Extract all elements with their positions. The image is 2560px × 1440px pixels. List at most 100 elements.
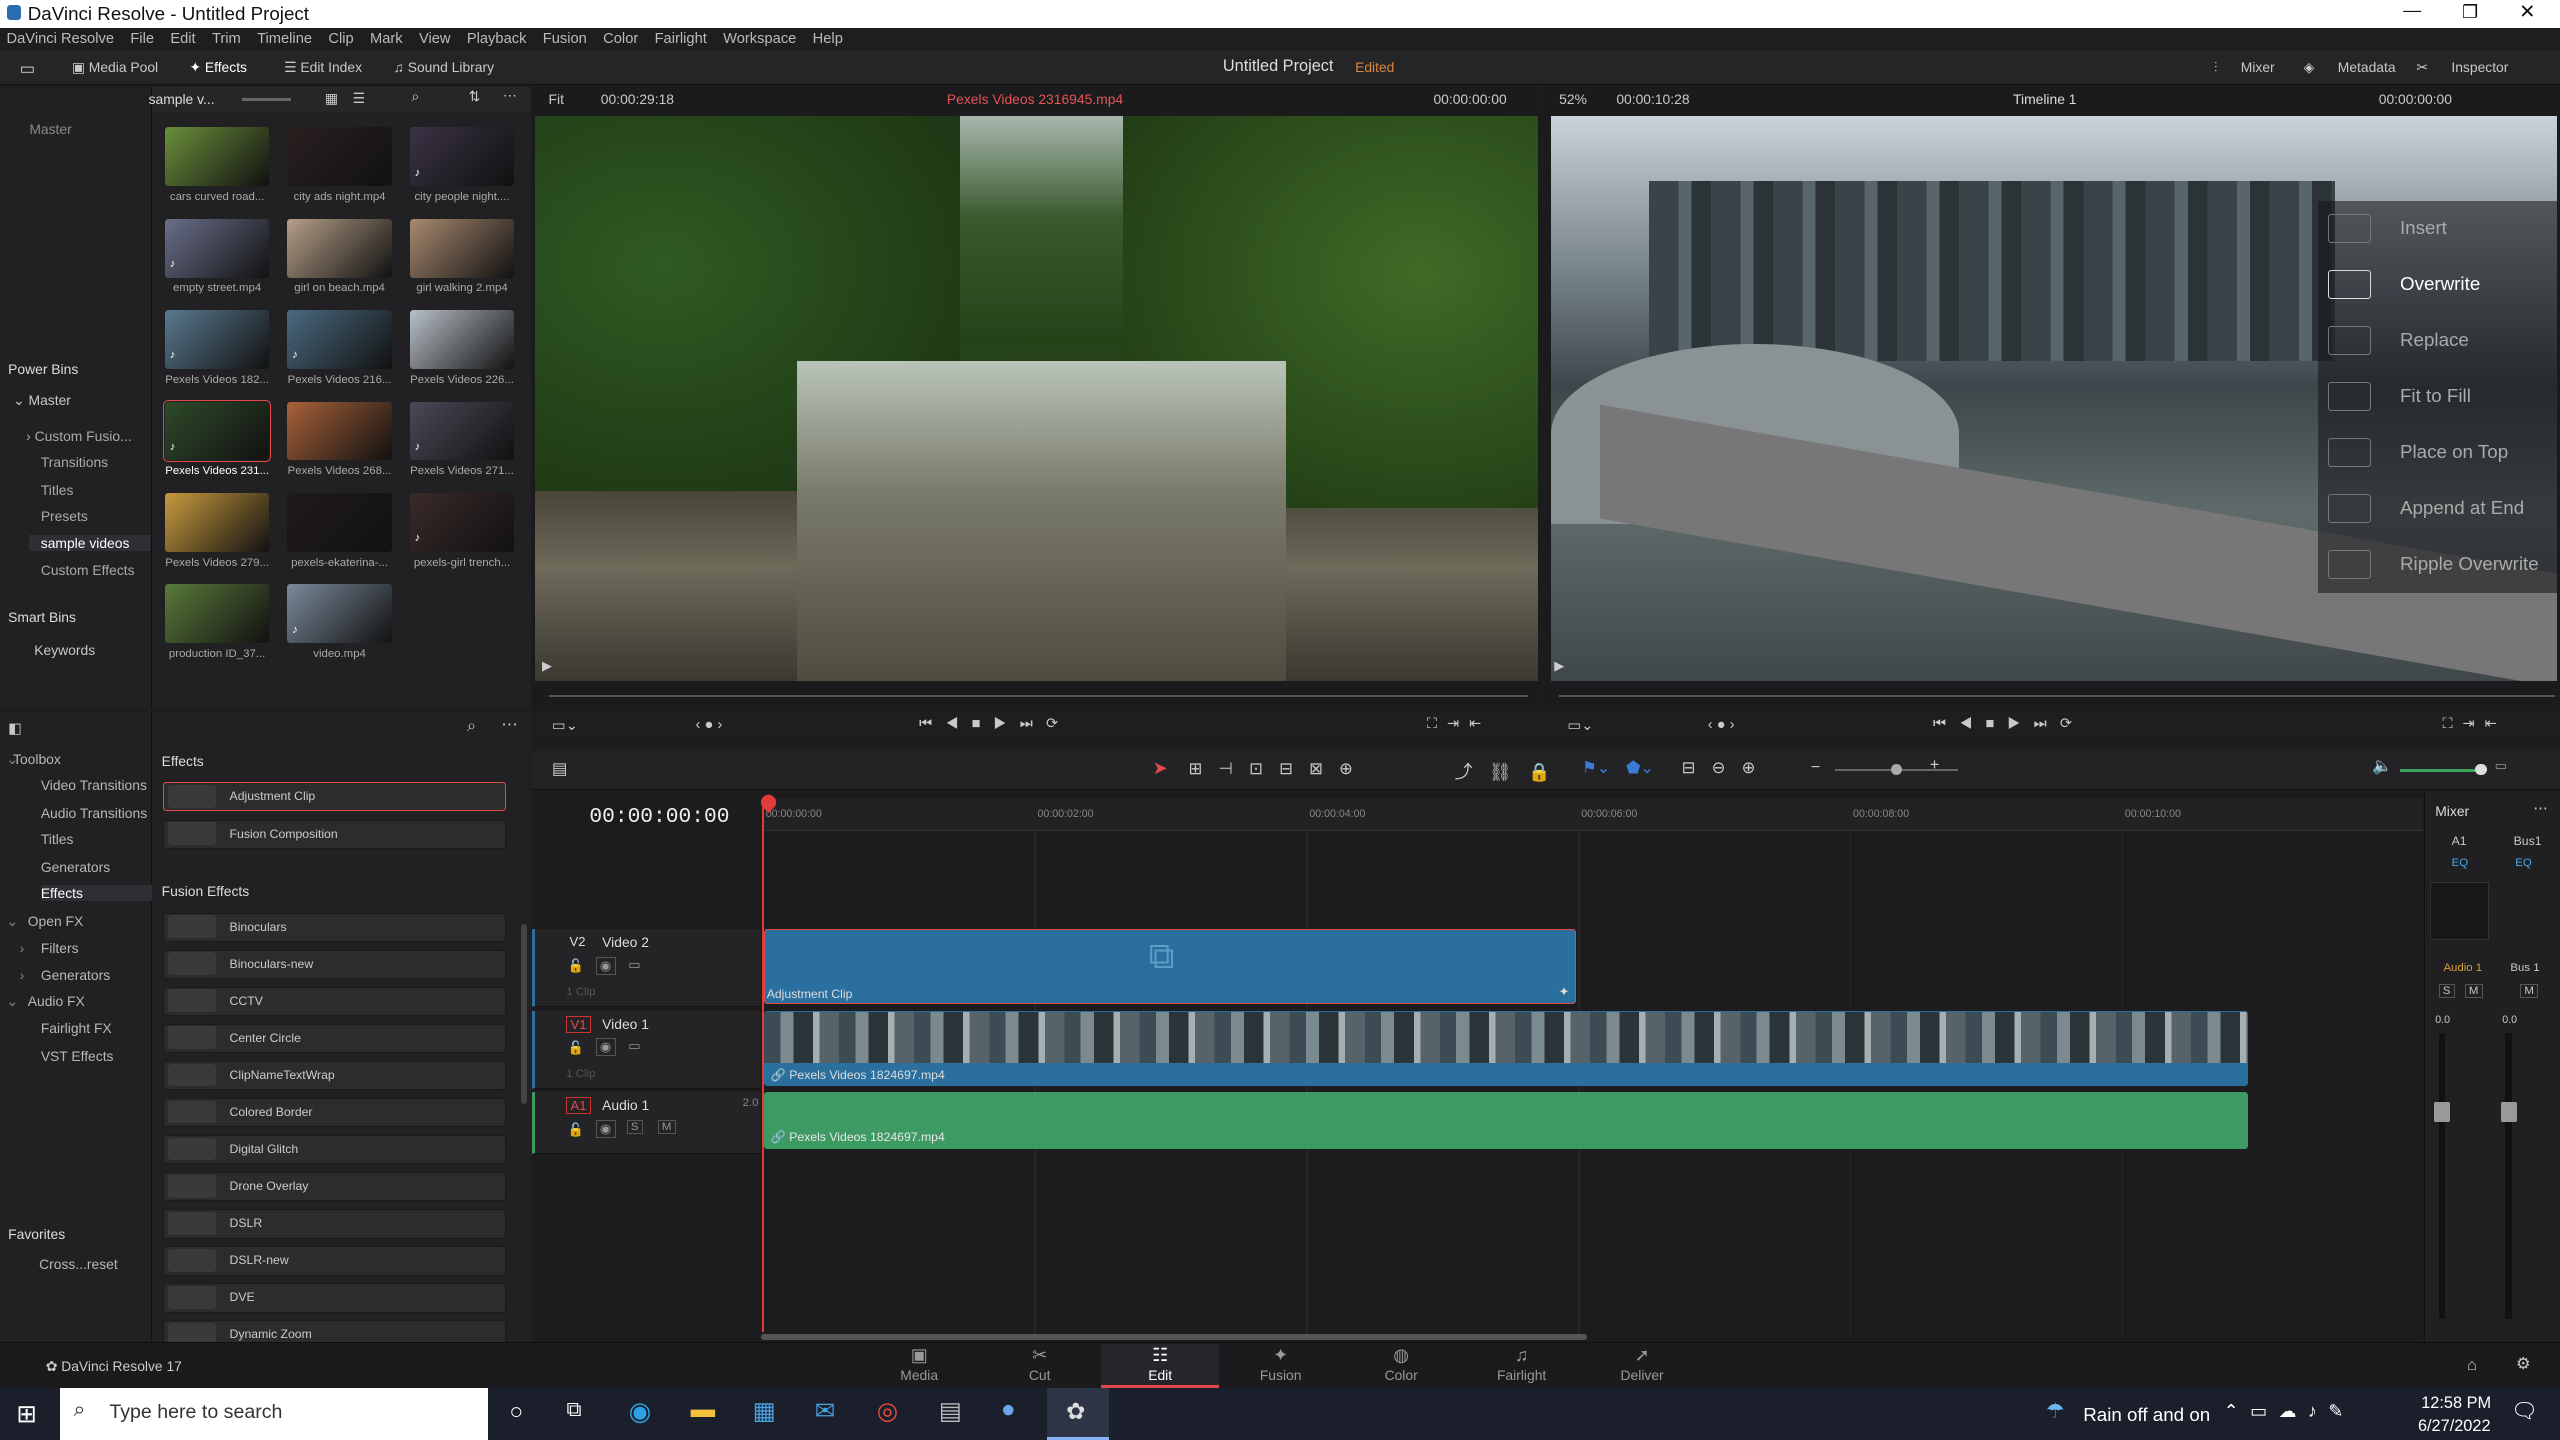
- fusion-effect-item[interactable]: DSLR: [163, 1209, 507, 1239]
- mail-icon[interactable]: ✉: [815, 1396, 836, 1426]
- clip-thumbnail[interactable]: ♪: [287, 584, 392, 644]
- page-tab-cut[interactable]: ✂ Cut: [981, 1344, 1099, 1388]
- fader-a1[interactable]: [2433, 1102, 2450, 1122]
- fusion-effects-section-header[interactable]: Fusion Effects: [162, 883, 250, 899]
- resolve-taskbar-button[interactable]: ✿: [1046, 1387, 1109, 1440]
- timeline-scrollbar[interactable]: [760, 1333, 1587, 1341]
- clip-name[interactable]: girl walking 2.mp4: [400, 282, 524, 294]
- menu-item-13[interactable]: Help: [813, 31, 843, 47]
- audio-clip[interactable]: 🔗 Pexels Videos 1824697.mp4: [764, 1092, 2249, 1150]
- pan-control[interactable]: [2430, 881, 2490, 941]
- toolbox-item[interactable]: Video Transitions: [41, 777, 147, 793]
- clip-name[interactable]: girl on beach.mp4: [278, 282, 402, 294]
- clip-thumbnail[interactable]: ♪: [164, 218, 270, 278]
- menu-item-0[interactable]: DaVinci Resolve: [7, 31, 115, 47]
- menu-item-2[interactable]: Edit: [170, 31, 195, 47]
- effect-item[interactable]: Fusion Composition: [163, 819, 507, 849]
- chevron-icon[interactable]: ⌄: [7, 913, 19, 930]
- fusion-effect-item[interactable]: Binoculars-new: [163, 949, 507, 980]
- clip-name[interactable]: city people night....: [400, 191, 524, 203]
- fusion-effect-item[interactable]: DSLR-new: [163, 1246, 507, 1276]
- clip-thumbnail[interactable]: [287, 127, 392, 187]
- clip-thumbnail[interactable]: ♪: [162, 398, 272, 463]
- clip-name[interactable]: empty street.mp4: [155, 282, 279, 294]
- auto-select-icon[interactable]: ◉: [595, 1119, 616, 1138]
- effect-item[interactable]: Adjustment Clip: [163, 782, 507, 812]
- fusion-effect-item[interactable]: Center Circle: [163, 1023, 507, 1054]
- source-clip-name[interactable]: Pexels Videos 2316945.mp4: [947, 91, 1123, 107]
- clip-name[interactable]: Pexels Videos 231...: [155, 465, 279, 477]
- clip-name[interactable]: Pexels Videos 268...: [278, 465, 402, 477]
- clip-thumbnail[interactable]: [164, 584, 270, 644]
- bin-item[interactable]: Transitions: [41, 454, 108, 470]
- toolbox-item[interactable]: Audio Transitions: [41, 805, 147, 821]
- clip-thumbnail[interactable]: ♪: [409, 493, 515, 552]
- clip-thumbnail[interactable]: [164, 493, 270, 552]
- clip-name[interactable]: Pexels Videos 279...: [155, 557, 279, 569]
- taskbar-search[interactable]: ⌕ Type here to search: [60, 1387, 489, 1440]
- effects-button[interactable]: ✦ Effects: [189, 59, 247, 76]
- toolbox-root[interactable]: Toolbox: [13, 751, 61, 767]
- overlay-insert[interactable]: Insert: [2400, 217, 2447, 239]
- selection-tool-icon[interactable]: ➤: [1153, 758, 1168, 779]
- fader-track-a1[interactable]: [2438, 1033, 2446, 1320]
- task-view-icon[interactable]: ⧉: [567, 1398, 582, 1422]
- page-tab-edit[interactable]: ☷ Edit: [1101, 1343, 1219, 1388]
- fusion-effect-item[interactable]: Binoculars: [163, 912, 507, 943]
- openfx-item[interactable]: Filters: [41, 940, 79, 956]
- overlay-fit-to-fill[interactable]: Fit to Fill: [2400, 385, 2471, 407]
- sort-icon[interactable]: ⇅: [469, 88, 481, 105]
- volume-slider[interactable]: [2399, 768, 2485, 773]
- fader-bus[interactable]: [2500, 1102, 2517, 1122]
- metadata-button[interactable]: ◈ Metadata: [2304, 59, 2396, 76]
- clip-name[interactable]: video.mp4: [278, 648, 402, 660]
- clip-name[interactable]: pexels-girl trench...: [400, 557, 524, 569]
- fusion-effect-item[interactable]: Digital Glitch: [163, 1135, 507, 1165]
- menu-item-9[interactable]: Fusion: [543, 31, 587, 47]
- timeline-options-icon[interactable]: ▤: [552, 759, 567, 779]
- lock-icon[interactable]: 🔓: [568, 1122, 584, 1138]
- edit-tools[interactable]: ⊞⊣⊡⊟⊠⊕: [1189, 759, 1370, 779]
- bus-mute-button[interactable]: M: [2520, 984, 2539, 999]
- clock-time[interactable]: 12:58 PM: [2421, 1394, 2491, 1413]
- toolbox-item[interactable]: Generators: [41, 859, 110, 875]
- inspector-button[interactable]: ✂ Inspector: [2416, 59, 2508, 76]
- menu-item-12[interactable]: Workspace: [723, 31, 796, 47]
- source-loop-controls[interactable]: ⛶⇥⇤: [1427, 715, 1491, 732]
- clock-date[interactable]: 6/27/2022: [2418, 1417, 2491, 1436]
- zoom-in-icon[interactable]: +: [1930, 756, 1940, 775]
- clip-thumbnail[interactable]: ♪: [409, 401, 515, 461]
- lock-icon[interactable]: 🔓: [568, 958, 584, 974]
- edit-index-button[interactable]: ☰ Edit Index: [284, 59, 362, 76]
- track-enable-icon[interactable]: ▭: [628, 957, 640, 973]
- weather-text[interactable]: Rain off and on: [2083, 1404, 2210, 1426]
- chevron-icon[interactable]: ›: [20, 967, 25, 983]
- windows-start-icon[interactable]: ⊞: [16, 1399, 37, 1429]
- menu-item-10[interactable]: Color: [603, 31, 638, 47]
- edge-icon[interactable]: ◉: [629, 1396, 652, 1427]
- menu-item-11[interactable]: Fairlight: [655, 31, 707, 47]
- bin-item[interactable]: Titles: [41, 482, 74, 498]
- clip-name[interactable]: Pexels Videos 182...: [155, 374, 279, 386]
- fusion-effect-item[interactable]: ClipNameTextWrap: [163, 1060, 507, 1091]
- clip-thumbnail[interactable]: [409, 218, 515, 278]
- source-transport-controls[interactable]: ⏮◀■▶⏭⟳: [919, 715, 1071, 732]
- track-id[interactable]: V2: [566, 934, 588, 949]
- video-clip[interactable]: 🔗 Pexels Videos 1824697.mp4: [764, 1010, 2249, 1086]
- flag-icon[interactable]: ⚑⌄: [1582, 758, 1610, 778]
- snap-link-tools[interactable]: ⤴⛓🔒: [1455, 758, 1567, 784]
- list-view-icon[interactable]: ☰: [353, 90, 365, 107]
- clip-name[interactable]: pexels-ekaterina-...: [278, 557, 402, 569]
- track-mute-button[interactable]: M: [657, 1119, 676, 1134]
- settings-icon[interactable]: ⚙: [2516, 1354, 2531, 1374]
- fusion-effect-item[interactable]: Colored Border: [163, 1097, 507, 1128]
- fusion-effect-item[interactable]: DVE: [163, 1283, 507, 1313]
- media-pool-button[interactable]: ▣ Media Pool: [72, 59, 158, 76]
- overlay-overwrite[interactable]: Overwrite: [2400, 273, 2480, 295]
- audiofx-item[interactable]: Fairlight FX: [41, 1020, 112, 1036]
- source-jog-icon[interactable]: ‹ ● ›: [695, 717, 722, 733]
- search-icon[interactable]: ⌕: [467, 717, 476, 736]
- minimize-icon[interactable]: —: [2403, 0, 2421, 21]
- audiofx-item[interactable]: VST Effects: [41, 1048, 114, 1064]
- program-zoom[interactable]: 52%: [1559, 91, 1587, 107]
